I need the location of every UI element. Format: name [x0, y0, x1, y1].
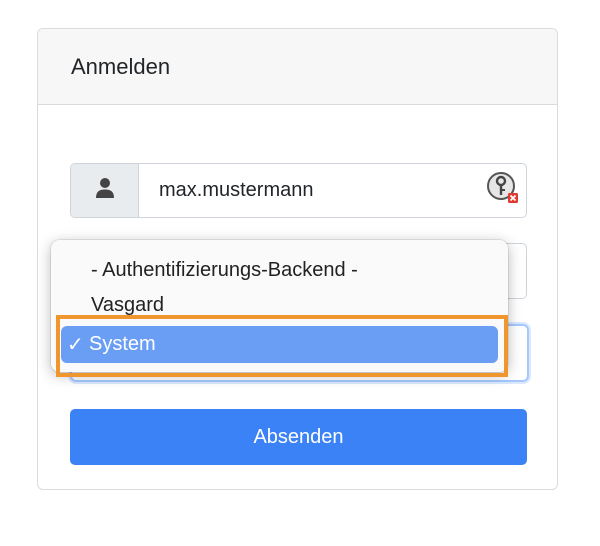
user-icon [95, 177, 115, 204]
username-input-group[interactable]: max.mustermann [70, 163, 527, 218]
username-input[interactable]: max.mustermann [139, 164, 480, 217]
dropdown-option-placeholder[interactable]: - Authentifizierungs-Backend - [51, 250, 508, 290]
card-header: Anmelden [38, 29, 557, 105]
username-addon [71, 164, 139, 217]
key-icon [485, 170, 521, 211]
highlight-box [56, 315, 508, 377]
card-title: Anmelden [71, 53, 171, 79]
submit-button[interactable]: Absenden [70, 409, 527, 465]
password-manager-button[interactable] [480, 164, 526, 217]
